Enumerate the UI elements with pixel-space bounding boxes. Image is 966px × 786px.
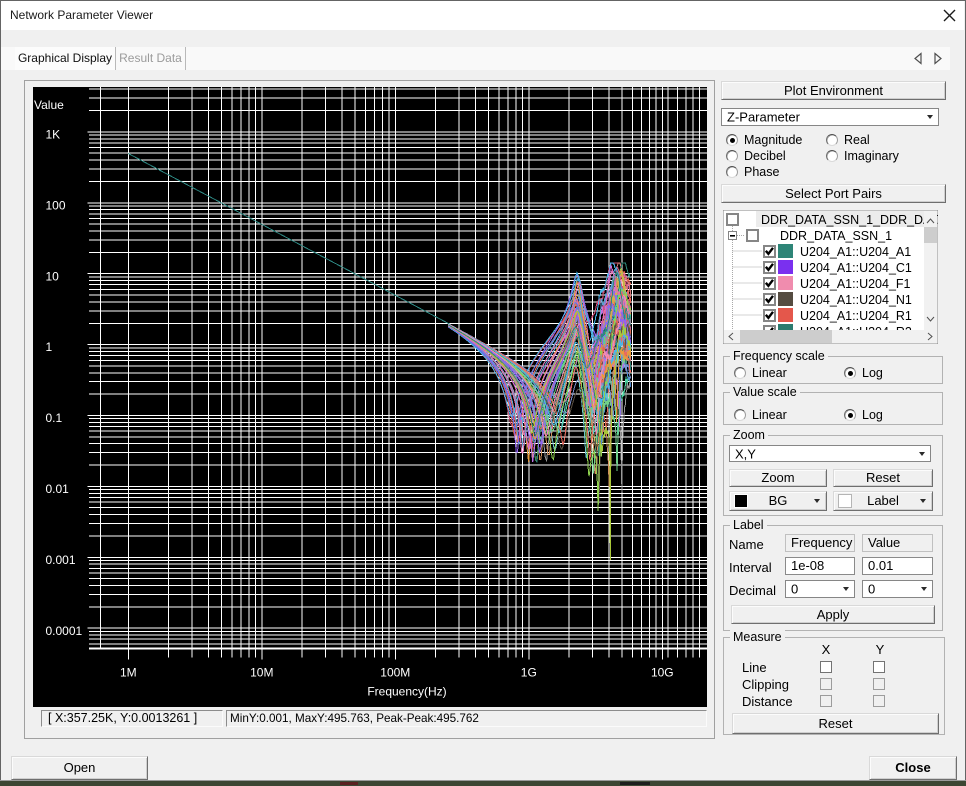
svg-text:DDR_DATA_SSN_1_DDR_DATA: DDR_DATA_SSN_1_DDR_DATA xyxy=(761,213,938,227)
svg-text:10G: 10G xyxy=(651,666,674,680)
svg-text:10M: 10M xyxy=(250,666,273,680)
svg-text:U204_A1::U204_N1: U204_A1::U204_N1 xyxy=(800,293,912,307)
svg-text:1: 1 xyxy=(46,340,53,354)
svg-text:U204_A1::U204_R1: U204_A1::U204_R1 xyxy=(800,309,912,323)
svg-text:U204_A1::U204_F1: U204_A1::U204_F1 xyxy=(800,277,911,291)
svg-text:Frequency(Hz): Frequency(Hz) xyxy=(367,685,446,699)
svg-text:0.0001: 0.0001 xyxy=(46,624,83,638)
svg-text:U204_A1::U204_C1: U204_A1::U204_C1 xyxy=(800,261,912,275)
svg-text:0.1: 0.1 xyxy=(46,411,63,425)
svg-text:100M: 100M xyxy=(380,666,410,680)
svg-text:0.01: 0.01 xyxy=(46,482,70,496)
svg-text:1M: 1M xyxy=(120,666,137,680)
svg-text:Value: Value xyxy=(34,98,64,112)
svg-text:U204_A1::U204_A1: U204_A1::U204_A1 xyxy=(800,245,911,259)
svg-text:10: 10 xyxy=(46,269,60,283)
svg-text:1K: 1K xyxy=(46,128,61,142)
svg-text:0.001: 0.001 xyxy=(46,553,76,567)
svg-text:100: 100 xyxy=(46,198,66,212)
svg-text:DDR_DATA_SSN_1: DDR_DATA_SSN_1 xyxy=(780,229,892,243)
svg-text:1G: 1G xyxy=(521,666,537,680)
